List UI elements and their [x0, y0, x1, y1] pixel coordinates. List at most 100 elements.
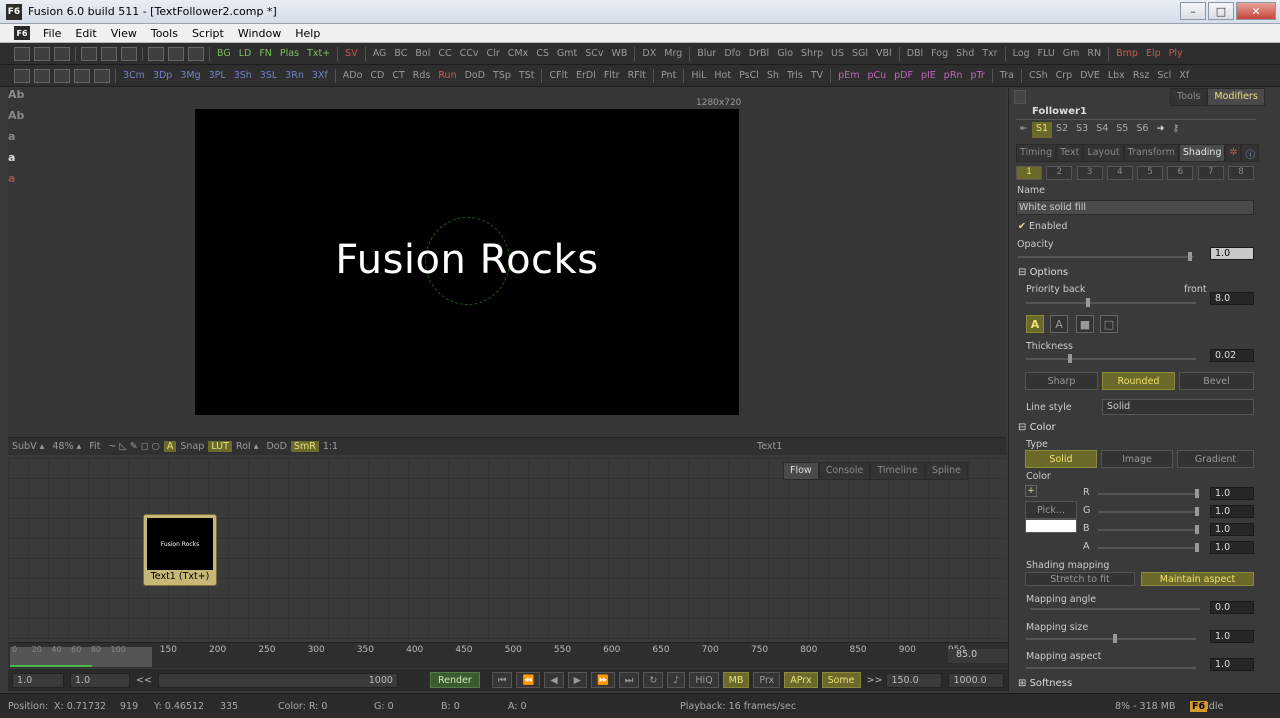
new-icon[interactable]	[14, 46, 30, 61]
tool-button-pscl[interactable]: PsCl	[735, 70, 763, 81]
tool-button-3cm[interactable]: 3Cm	[119, 70, 149, 81]
tool-button-glo[interactable]: Glo	[773, 48, 797, 59]
cut-icon[interactable]	[81, 46, 97, 61]
tab-console[interactable]: Console	[818, 462, 871, 480]
channel-slider-r[interactable]	[1098, 493, 1198, 495]
tab-text[interactable]: Text	[1056, 144, 1084, 162]
tool-button-tv[interactable]: TV	[807, 70, 827, 81]
border-outline-icon[interactable]: □	[1100, 315, 1118, 333]
panel-collapse-icon[interactable]	[1014, 90, 1026, 104]
paste-icon[interactable]	[121, 46, 137, 61]
options-section[interactable]: ⊟ Options	[1018, 267, 1068, 278]
element-8[interactable]: 8	[1227, 166, 1254, 180]
tool-button-3dp[interactable]: 3Dp	[149, 70, 176, 81]
tool-button-ct[interactable]: CT	[388, 70, 408, 81]
element-4[interactable]: 4	[1106, 166, 1133, 180]
tool-button-hot[interactable]: Hot	[710, 70, 735, 81]
tab-layout[interactable]: Layout	[1083, 144, 1124, 162]
open-icon[interactable]	[34, 46, 50, 61]
mapping-aspect-slider[interactable]	[1026, 667, 1196, 669]
tool-button-drbl[interactable]: DrBl	[745, 48, 773, 59]
audio-icon[interactable]: ♪	[667, 672, 686, 688]
tool-button-dod[interactable]: DoD	[461, 70, 489, 81]
tool-button-rsz[interactable]: Rsz	[1129, 70, 1154, 81]
tool-button-rflt[interactable]: RFlt	[624, 70, 650, 81]
tool-button-tsp[interactable]: TSp	[489, 70, 515, 81]
tool-button-dfo[interactable]: Dfo	[720, 48, 744, 59]
tab-tools[interactable]: Tools	[1170, 88, 1208, 106]
slot-s1[interactable]: S1	[1031, 122, 1053, 138]
rewind-range-button[interactable]: <<	[136, 675, 152, 686]
tool-button-pem[interactable]: pEm	[834, 70, 863, 81]
priority-knob[interactable]	[1086, 298, 1090, 307]
tool-button-cd[interactable]: CD	[366, 70, 388, 81]
render-start-field[interactable]: 1.0	[70, 672, 130, 688]
script-icon[interactable]	[188, 46, 204, 61]
tool-button-mrg[interactable]: Mrg	[660, 48, 686, 59]
hiq-button[interactable]: HiQ	[689, 672, 719, 688]
prx-button[interactable]: Prx	[753, 672, 781, 688]
tool-button-clr[interactable]: Clr	[483, 48, 504, 59]
tool-button-log[interactable]: Log	[1009, 48, 1034, 59]
save-icon[interactable]	[54, 46, 70, 61]
tool-button-dbl[interactable]: DBl	[903, 48, 927, 59]
tool-button-bol[interactable]: Bol	[411, 48, 434, 59]
draw-tools-icon[interactable]: ~ ◺ ✎ ◻ ○	[104, 441, 163, 452]
tool-button-ply[interactable]: Ply	[1165, 48, 1187, 59]
alpha-channel-button[interactable]: A	[163, 441, 177, 452]
tool-button-pie[interactable]: pIE	[917, 70, 940, 81]
stretch-to-fit-button[interactable]: Stretch to fit	[1025, 572, 1135, 586]
tool-button-3pl[interactable]: 3PL	[205, 70, 230, 81]
tool-button-cs[interactable]: CS	[532, 48, 553, 59]
close-button[interactable]: ✕	[1236, 2, 1276, 20]
tool-button-cmx[interactable]: CMx	[504, 48, 532, 59]
channel-value-g[interactable]: 1.0	[1210, 505, 1254, 518]
element-6[interactable]: 6	[1167, 166, 1194, 180]
color-swatch[interactable]	[1025, 519, 1077, 533]
tool-button-txr[interactable]: Txr	[978, 48, 1001, 59]
inspector-tool-title[interactable]: Follower1	[1016, 106, 1256, 120]
layout-1-icon[interactable]	[14, 68, 30, 83]
play-reverse-icon[interactable]: ◀	[544, 672, 564, 688]
mapping-aspect-value[interactable]: 1.0	[1210, 658, 1254, 671]
tool-button-pnt[interactable]: Pnt	[657, 70, 680, 81]
tool-button-plas[interactable]: Plas	[276, 48, 303, 59]
slot-s3[interactable]: S3	[1072, 122, 1092, 138]
menu-file[interactable]: File	[36, 27, 68, 40]
menu-edit[interactable]: Edit	[68, 27, 103, 40]
thickness-value[interactable]: 0.02	[1210, 349, 1254, 362]
tool-button-3xf[interactable]: 3Xf	[308, 70, 332, 81]
tool-button-pdf[interactable]: pDF	[890, 70, 917, 81]
tool-button-ptr[interactable]: pTr	[966, 70, 988, 81]
tool-button-sh[interactable]: Sh	[763, 70, 783, 81]
layout-4-icon[interactable]	[74, 68, 90, 83]
render-end-field[interactable]: 150.0	[886, 672, 943, 688]
join-bevel-button[interactable]: Bevel	[1179, 372, 1254, 390]
go-start-icon[interactable]: ⏮	[491, 672, 513, 688]
tab-spline[interactable]: Spline	[924, 462, 969, 480]
text-tool-4[interactable]: a	[8, 151, 34, 172]
channel-slider-b[interactable]	[1098, 529, 1198, 531]
channel-knob-b[interactable]	[1195, 525, 1199, 534]
text-outline-icon[interactable]: A	[1050, 315, 1068, 333]
flow-node-text1[interactable]: Fusion Rocks Text1 (Txt+)	[143, 514, 217, 586]
menu-window[interactable]: Window	[231, 27, 288, 40]
slot-s5[interactable]: S5	[1112, 122, 1132, 138]
tool-button-3sl[interactable]: 3SL	[256, 70, 281, 81]
key-icon[interactable]: ⚷	[1168, 122, 1183, 138]
tool-button-rn[interactable]: RN	[1083, 48, 1105, 59]
gear-icon[interactable]: ✲	[1225, 144, 1242, 162]
enabled-checkbox[interactable]: ✔ Enabled	[1018, 221, 1067, 232]
tool-button-txt-[interactable]: Txt+	[303, 48, 334, 59]
tool-button-dx[interactable]: DX	[638, 48, 660, 59]
render-button[interactable]: Render	[429, 672, 480, 688]
tool-button-trls[interactable]: Trls	[783, 70, 807, 81]
pin-icon[interactable]: ⇤	[1016, 122, 1032, 138]
type-gradient-button[interactable]: Gradient	[1177, 450, 1254, 468]
mapping-size-slider[interactable]	[1026, 638, 1196, 640]
tool-button-sgl[interactable]: SGl	[848, 48, 872, 59]
tool-button-bg[interactable]: BG	[213, 48, 235, 59]
type-image-button[interactable]: Image	[1101, 450, 1173, 468]
tool-button-dve[interactable]: DVE	[1076, 70, 1104, 81]
pick-color-button[interactable]: Pick...	[1025, 501, 1077, 519]
